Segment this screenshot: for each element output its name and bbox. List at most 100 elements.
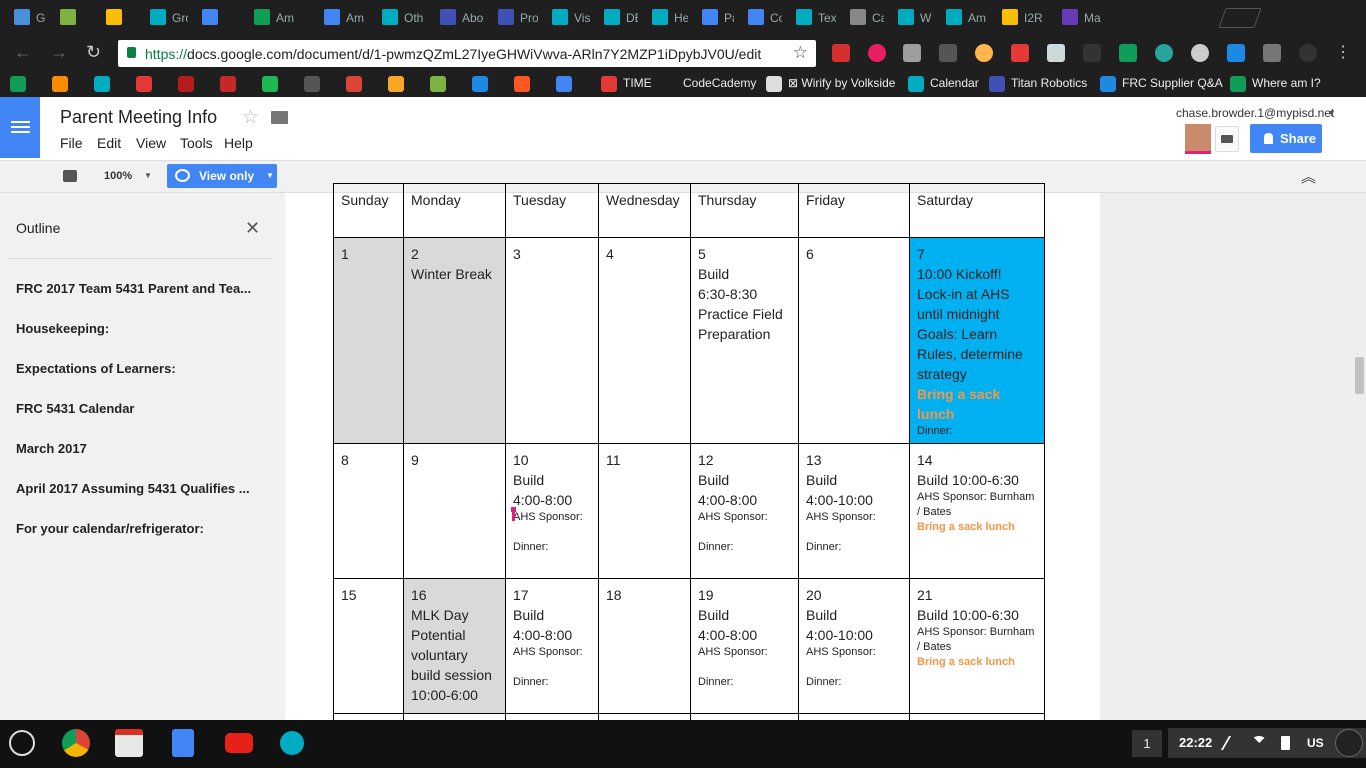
bookmark-item[interactable]: Where am I? (1230, 76, 1321, 93)
outline-item[interactable]: March 2017 (16, 441, 87, 456)
browser-tab[interactable] (46, 0, 92, 34)
extension-icon[interactable] (1047, 44, 1065, 62)
input-language[interactable]: US (1307, 736, 1324, 750)
close-icon[interactable]: ✕ (245, 218, 260, 239)
clock[interactable]: 22:22 (1179, 735, 1212, 750)
notification-count[interactable]: 1 (1132, 730, 1162, 757)
menu-tools[interactable]: Tools (180, 135, 213, 151)
outline-item[interactable]: FRC 5431 Calendar (16, 401, 135, 416)
extension-icon[interactable] (939, 44, 957, 62)
browser-tab[interactable]: Hel (638, 0, 688, 34)
outline-item[interactable]: Housekeeping: (16, 321, 109, 336)
bookmark-icon[interactable] (514, 76, 530, 92)
forward-icon[interactable]: → (50, 42, 68, 63)
extension-icon[interactable] (1083, 44, 1101, 62)
extension-icon[interactable] (1011, 44, 1029, 62)
extension-icon[interactable] (975, 44, 993, 62)
browser-tab[interactable]: Co (734, 0, 782, 34)
chrome-menu-icon[interactable]: ⋮ (1335, 42, 1351, 62)
browser-tab[interactable]: Am (240, 0, 310, 34)
chevron-down-icon[interactable]: ▼ (144, 171, 152, 180)
browser-tab[interactable]: Oth (368, 0, 426, 34)
app-icon[interactable] (280, 731, 304, 755)
folder-icon[interactable] (271, 111, 288, 124)
browser-tab[interactable] (188, 0, 240, 34)
browser-tab[interactable]: Vis (538, 0, 590, 34)
chrome-icon[interactable] (62, 729, 90, 757)
menu-edit[interactable]: Edit (97, 135, 121, 151)
browser-tab[interactable]: Am (932, 0, 988, 34)
extension-icon[interactable] (1299, 44, 1317, 62)
extension-icon[interactable] (1227, 44, 1245, 62)
browser-tab[interactable]: Par (688, 0, 734, 34)
bookmark-icon[interactable] (304, 76, 320, 92)
menu-view[interactable]: View (136, 135, 166, 151)
bookmark-icon[interactable] (388, 76, 404, 92)
bookmark-item[interactable]: CodeCademy (661, 76, 756, 93)
outline-item[interactable]: FRC 2017 Team 5431 Parent and Tea... (16, 281, 251, 296)
bookmark-item[interactable]: ⊠ Wirify by Volkside (766, 76, 895, 93)
back-icon[interactable]: ← (14, 42, 32, 63)
collapse-header-icon[interactable]: ︽ (1301, 166, 1316, 187)
docs-home-menu-icon[interactable] (0, 97, 40, 158)
menu-file[interactable]: File (60, 135, 83, 151)
gmail-icon[interactable] (115, 729, 143, 757)
bookmark-item[interactable]: Calendar (908, 76, 979, 93)
browser-tab[interactable]: Tex (782, 0, 836, 34)
launcher-icon[interactable] (9, 730, 35, 756)
bookmark-icon[interactable] (556, 76, 572, 92)
bookmark-icon[interactable] (52, 76, 68, 92)
bookmark-icon[interactable] (178, 76, 194, 92)
menu-help[interactable]: Help (224, 135, 253, 151)
user-avatar-icon[interactable] (1335, 729, 1363, 757)
zoom-select[interactable]: 100% (104, 170, 132, 182)
browser-tab[interactable]: Gro (136, 0, 188, 34)
outline-item[interactable]: Expectations of Learners: (16, 361, 176, 376)
bookmark-icon[interactable] (430, 76, 446, 92)
extension-icon[interactable] (1191, 44, 1209, 62)
bookmark-icon[interactable] (220, 76, 236, 92)
extension-icon[interactable] (1263, 44, 1281, 62)
bookmark-star-icon[interactable]: ☆ (793, 43, 808, 63)
extension-icon[interactable] (832, 44, 850, 62)
address-bar[interactable]: https://docs.google.com/document/d/1-pwm… (118, 40, 816, 67)
browser-tab[interactable]: Wh (884, 0, 932, 34)
comments-button[interactable] (1215, 126, 1239, 152)
bookmark-icon[interactable] (346, 76, 362, 92)
bookmark-icon[interactable] (94, 76, 110, 92)
bookmark-item[interactable]: FRC Supplier Q&A (1100, 76, 1223, 93)
print-icon[interactable] (63, 170, 77, 182)
star-document-icon[interactable]: ☆ (242, 106, 259, 129)
document-title[interactable]: Parent Meeting Info (60, 107, 217, 128)
extension-icon[interactable] (903, 44, 921, 62)
bookmark-icon[interactable] (136, 76, 152, 92)
outline-item[interactable]: April 2017 Assuming 5431 Qualifies ... (16, 481, 250, 496)
new-tab-button[interactable] (1218, 8, 1262, 28)
extension-icon[interactable] (1155, 44, 1173, 62)
bookmark-item[interactable]: Titan Robotics (989, 76, 1087, 93)
docs-icon[interactable] (172, 729, 194, 757)
outline-item[interactable]: For your calendar/refrigerator: (16, 521, 204, 536)
extension-icon[interactable] (868, 44, 886, 62)
browser-tab[interactable]: Abo (426, 0, 484, 34)
browser-tab[interactable] (92, 0, 136, 34)
browser-tab[interactable]: Gro (0, 0, 46, 34)
browser-tab[interactable]: Ma (1048, 0, 1144, 34)
share-button[interactable]: Share (1250, 124, 1322, 153)
account-email[interactable]: chase.browder.1@mypisd.net (1176, 106, 1334, 120)
bookmark-item[interactable]: TIME (601, 76, 652, 93)
browser-tab[interactable]: Am (310, 0, 368, 34)
bookmark-icon[interactable] (472, 76, 488, 92)
bookmark-icon[interactable] (262, 76, 278, 92)
reload-icon[interactable]: ↻ (86, 42, 101, 63)
youtube-icon[interactable] (225, 733, 253, 753)
bookmark-icon[interactable] (10, 76, 26, 92)
browser-tab[interactable]: DE (590, 0, 638, 34)
browser-tab[interactable]: Ca (836, 0, 884, 34)
scrollbar[interactable] (1355, 357, 1364, 394)
chevron-down-icon[interactable]: ▼ (1327, 108, 1336, 118)
avatar[interactable] (1185, 124, 1211, 154)
extension-icon[interactable] (1119, 44, 1137, 62)
browser-tab[interactable]: Pro (484, 0, 538, 34)
browser-tab[interactable]: I2R (988, 0, 1048, 34)
